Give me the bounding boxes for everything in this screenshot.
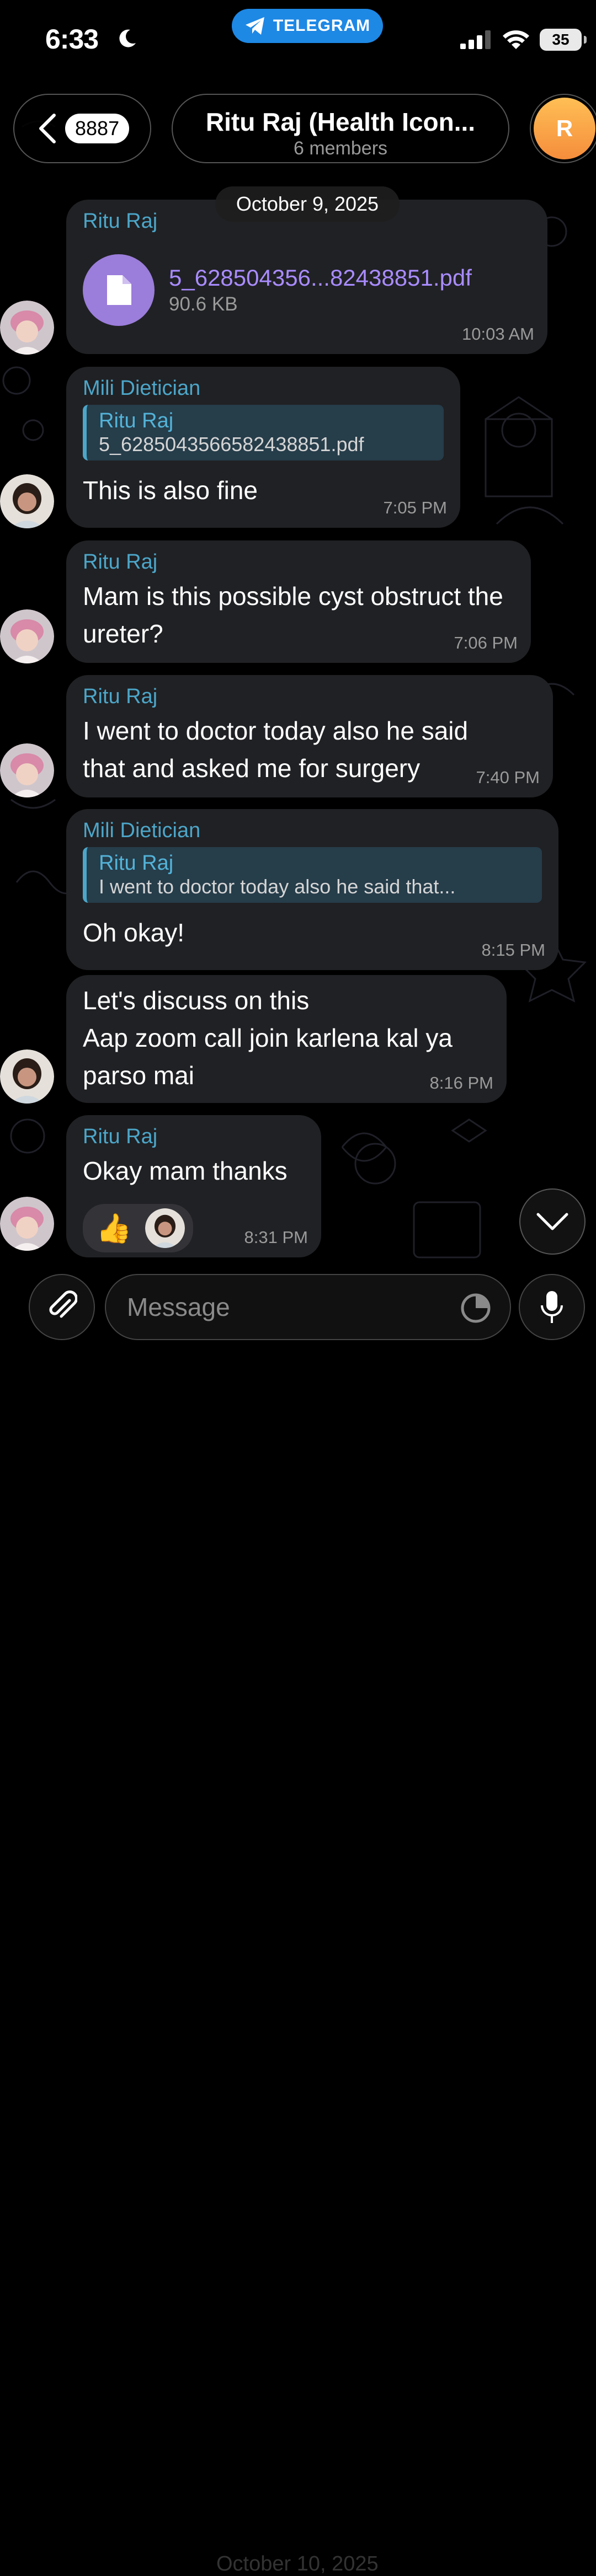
group-avatar-letter: R: [534, 98, 595, 159]
sender-name[interactable]: Ritu Raj: [83, 1125, 305, 1149]
message-time: 7:05 PM: [383, 498, 447, 517]
scroll-down-button[interactable]: [519, 1188, 586, 1255]
sender-name[interactable]: Ritu Raj: [83, 685, 536, 709]
chevron-down-icon: [536, 1213, 568, 1230]
chat-header: 8887 Ritu Raj (Health Icon... 6 members …: [0, 91, 596, 168]
message-bubble[interactable]: Ritu Raj Okay mam thanks 👍 8:31 PM: [66, 1115, 321, 1257]
wifi-icon: [503, 30, 529, 49]
chat-title: Ritu Raj (Health Icon...: [205, 108, 476, 136]
avatar[interactable]: [0, 474, 54, 528]
sender-name[interactable]: Mili Dietician: [83, 819, 542, 843]
reply-snippet: I went to doctor today also he said that…: [99, 875, 456, 898]
message-time: 8:16 PM: [429, 1073, 493, 1092]
message-input[interactable]: Message: [105, 1274, 511, 1340]
avatar[interactable]: [0, 743, 54, 797]
microphone-icon: [541, 1291, 563, 1323]
message-bubble[interactable]: Ritu Raj 5_628504356...82438851.pdf 90.6…: [66, 200, 547, 354]
composer-bar: Message October 10, 2025: [0, 1274, 596, 2575]
message-bubble[interactable]: Ritu Raj I went to doctor today also he …: [66, 675, 553, 797]
reply-snippet: 5_6285043566582438851.pdf: [99, 433, 364, 456]
message-text: Mam is this possible cyst obstruct the u…: [83, 582, 503, 648]
date-separator: October 9, 2025: [215, 186, 400, 222]
message-time: 7:40 PM: [476, 768, 540, 787]
back-chevron-icon: [39, 114, 56, 143]
message-time: 7:06 PM: [454, 633, 518, 652]
message-text: Okay mam thanks: [83, 1156, 288, 1185]
message-bubble[interactable]: Mili Dietician Ritu Raj 5_62850435665824…: [66, 367, 460, 528]
status-bar: 6:33 TELEGRAM 35: [0, 0, 596, 83]
telegram-app-pill[interactable]: TELEGRAM: [232, 9, 383, 43]
message-text-line: Let's discuss on this: [83, 986, 310, 1015]
telegram-plane-icon: [245, 17, 264, 35]
avatar[interactable]: [0, 301, 54, 355]
message-bubble[interactable]: Ritu Raj Mam is this possible cyst obstr…: [66, 540, 531, 663]
reply-sender: Ritu Raj: [99, 851, 174, 875]
message-text-line: Aap zoom call join karlena kal ya: [83, 1024, 453, 1052]
ghost-date-label: October 10, 2025: [216, 2552, 379, 2575]
telegram-pill-label: TELEGRAM: [273, 17, 371, 35]
reply-quote[interactable]: Ritu Raj I went to doctor today also he …: [83, 847, 542, 903]
sender-name[interactable]: Ritu Raj: [83, 550, 514, 574]
members-count: 6 members: [293, 138, 388, 159]
microphone-button[interactable]: [519, 1274, 585, 1340]
paperclip-icon: [49, 1290, 77, 1318]
file-name[interactable]: 5_628504356...82438851.pdf: [169, 265, 472, 291]
attach-button[interactable]: [29, 1274, 95, 1340]
group-avatar[interactable]: R: [530, 94, 596, 163]
reply-quote[interactable]: Ritu Raj 5_6285043566582438851.pdf: [83, 405, 444, 460]
status-time: 6:33: [45, 24, 99, 55]
reply-sender: Ritu Raj: [99, 409, 174, 432]
message-text: I went to doctor today also he said that…: [83, 716, 469, 783]
message-time: 8:31 PM: [244, 1228, 308, 1247]
file-size: 90.6 KB: [169, 293, 238, 315]
battery-indicator: 35: [540, 29, 587, 51]
message-text-line: parso mai: [83, 1061, 194, 1090]
chat-title-area[interactable]: Ritu Raj (Health Icon... 6 members: [172, 94, 509, 163]
message-bubble[interactable]: Mili Dietician Ritu Raj I went to doctor…: [66, 809, 558, 970]
reactor-avatar: [145, 1208, 185, 1248]
file-icon[interactable]: [83, 254, 155, 326]
message-placeholder: Message: [127, 1293, 230, 1321]
message-text: Oh okay!: [83, 918, 185, 947]
back-button[interactable]: 8887: [13, 94, 151, 163]
unread-count-badge: 8887: [65, 114, 130, 143]
moon-icon: [119, 29, 136, 47]
signal-icon: [460, 30, 491, 49]
reaction-chip[interactable]: 👍: [83, 1204, 193, 1252]
avatar[interactable]: [0, 609, 54, 663]
message-time: 10:03 AM: [462, 324, 534, 344]
sender-name[interactable]: Mili Dietician: [83, 377, 444, 400]
thumbs-up-reaction: 👍: [96, 1212, 132, 1245]
message-time: 8:15 PM: [481, 940, 545, 960]
sticker-icon[interactable]: [460, 1293, 491, 1324]
message-bubble[interactable]: Let's discuss on this Aap zoom call join…: [66, 975, 507, 1103]
avatar[interactable]: [0, 1049, 54, 1104]
avatar[interactable]: [0, 1197, 54, 1251]
